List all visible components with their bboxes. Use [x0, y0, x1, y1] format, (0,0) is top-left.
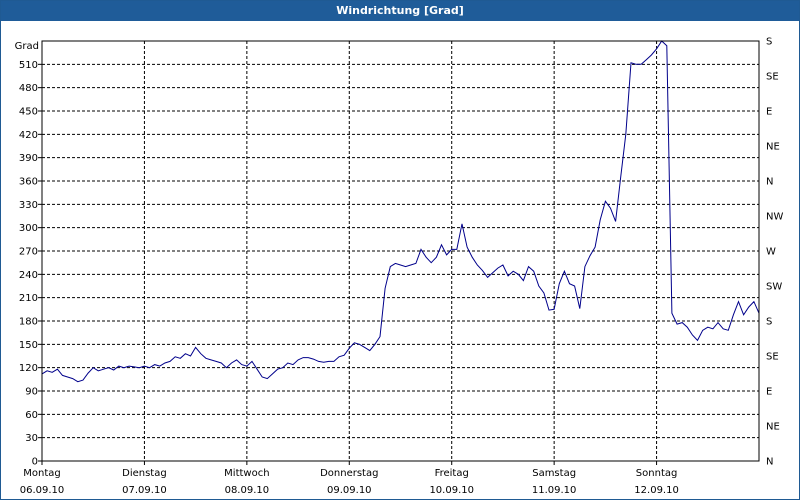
y-tick-label: 30: [25, 433, 38, 444]
x-tick-day: Montag: [23, 468, 60, 479]
y-tick-label: 480: [19, 83, 38, 94]
y-tick-label: 300: [19, 223, 38, 234]
x-tick-day: Donnerstag: [320, 468, 378, 479]
compass-tick-label: NE: [766, 142, 780, 153]
y-tick-label: 210: [19, 293, 38, 304]
x-tick-day: Freitag: [435, 468, 469, 479]
y-tick-label: 60: [25, 410, 38, 421]
compass-tick-label: E: [766, 107, 772, 118]
y-tick-label: 0: [32, 457, 38, 468]
y-tick-label: 240: [19, 270, 38, 281]
compass-tick-label: SW: [766, 282, 782, 293]
compass-tick-label: S: [766, 317, 772, 328]
y-tick-label: 120: [19, 363, 38, 374]
y-tick-label: 510: [19, 60, 38, 71]
grid-lines: [42, 41, 759, 461]
x-axis-ticks: Montag 06.09.10 Dienstag 07.09.10 Mittwoch 08…: [20, 461, 679, 496]
y-tick-label: 270: [19, 247, 38, 258]
right-axis-ticks: N NE E SE S SW W NW N NE E SE S: [766, 37, 783, 468]
series-layer: [41, 40, 760, 383]
x-tick-date: 10.09.10: [429, 485, 474, 496]
compass-tick-label: SE: [766, 352, 779, 363]
y-tick-label: 180: [19, 317, 38, 328]
series-line: [41, 40, 760, 383]
x-tick-date: 09.09.10: [327, 485, 372, 496]
compass-tick-label: N: [766, 177, 773, 188]
y-tick-label: 390: [19, 153, 38, 164]
x-tick-day: Mittwoch: [224, 468, 269, 479]
compass-tick-label: N: [766, 457, 773, 468]
x-tick-day: Samstag: [532, 468, 576, 479]
compass-tick-label: E: [766, 387, 772, 398]
y-tick-label: 450: [19, 107, 38, 118]
x-tick-day: Dienstag: [122, 468, 167, 479]
y-axis-label: Grad: [15, 41, 39, 52]
x-tick-date: 11.09.10: [532, 485, 577, 496]
x-tick-date: 08.09.10: [225, 485, 270, 496]
y-tick-label: 360: [19, 177, 38, 188]
y-tick-label: 420: [19, 130, 38, 141]
compass-tick-label: NW: [766, 212, 783, 223]
x-tick-date: 06.09.10: [20, 485, 65, 496]
y-tick-label: 150: [19, 340, 38, 351]
y-tick-label: 90: [25, 387, 38, 398]
chart-window: Windrichtung [Grad] Grad 0 30 60 90 120 150 18…: [0, 0, 800, 500]
wind-direction-chart: Grad 0 30 60 90 120 150 180 210 240 270 300 330 360 3…: [15, 37, 784, 497]
compass-tick-label: SE: [766, 72, 779, 83]
compass-tick-label: NE: [766, 422, 780, 433]
compass-tick-label: S: [766, 37, 772, 48]
x-tick-date: 12.09.10: [634, 485, 679, 496]
compass-tick-label: W: [766, 247, 776, 258]
x-tick-date: 07.09.10: [122, 485, 167, 496]
x-tick-day: Sonntag: [636, 468, 678, 479]
left-axis-ticks: 0 30 60 90 120 150 180 210 240 270 300 330 360 390 420…: [19, 60, 42, 468]
y-tick-label: 330: [19, 200, 38, 211]
